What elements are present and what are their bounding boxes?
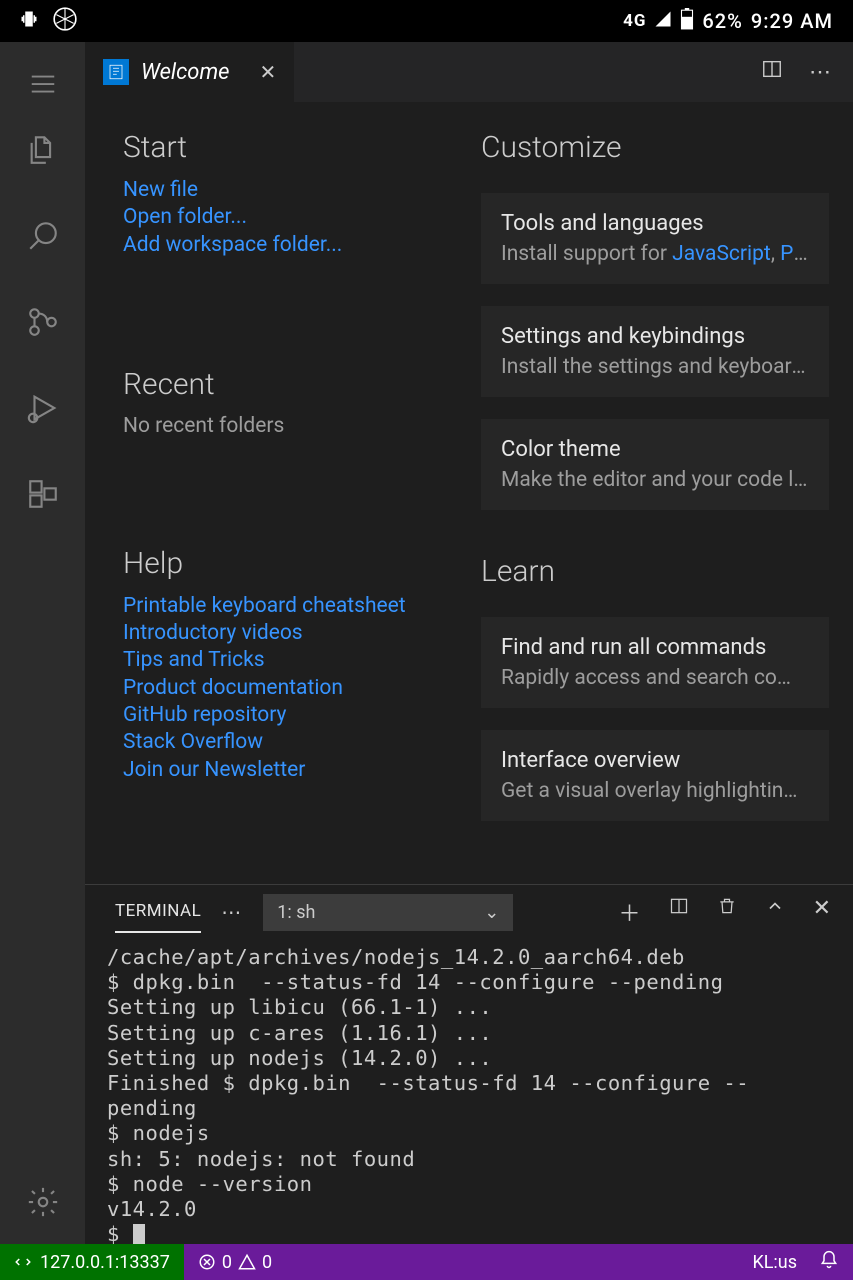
welcome-tab-icon xyxy=(103,59,129,85)
card-title: Tools and languages xyxy=(501,211,809,236)
search-icon[interactable] xyxy=(25,218,61,254)
tab-welcome[interactable]: Welcome ✕ xyxy=(85,42,294,102)
card-desc: Rapidly access and search comm… xyxy=(501,666,809,690)
close-panel-icon[interactable]: ✕ xyxy=(813,896,831,928)
card-desc: Install the settings and keyboard s… xyxy=(501,355,809,379)
tab-title: Welcome xyxy=(141,60,229,85)
customize-heading: Customize xyxy=(481,130,829,165)
chevron-down-icon: ⌄ xyxy=(484,902,499,923)
card-interface-overview[interactable]: Interface overview Get a visual overlay … xyxy=(481,730,829,821)
debug-icon[interactable] xyxy=(25,390,61,426)
android-status-bar: 4G 62% 9:29 AM xyxy=(0,0,853,42)
bell-icon[interactable] xyxy=(819,1250,839,1275)
explorer-icon[interactable] xyxy=(25,132,61,168)
signal-icon xyxy=(654,9,672,33)
network-label: 4G xyxy=(623,13,646,30)
start-heading: Start xyxy=(123,130,443,165)
extensions-icon[interactable] xyxy=(25,476,61,512)
vibrate-icon xyxy=(20,9,38,33)
split-editor-icon[interactable] xyxy=(761,58,783,86)
learn-heading: Learn xyxy=(481,554,829,589)
terminal-output[interactable]: /cache/apt/archives/nodejs_14.2.0_aarch6… xyxy=(85,939,853,1244)
app-icon xyxy=(52,6,78,37)
help-link-stackoverflow[interactable]: Stack Overflow xyxy=(123,729,443,756)
remote-host-button[interactable]: 127.0.0.1:13337 xyxy=(0,1244,184,1280)
javascript-link[interactable]: JavaScript xyxy=(672,242,771,266)
card-desc: Get a visual overlay highlighting th… xyxy=(501,779,809,803)
terminal-more-icon[interactable]: ⋯ xyxy=(221,900,243,924)
terminal-cursor xyxy=(133,1224,145,1244)
maximize-panel-icon[interactable] xyxy=(765,896,785,928)
help-heading: Help xyxy=(123,546,443,581)
terminal-panel: TERMINAL ⋯ 1: sh ⌄ ＋ xyxy=(85,884,853,1244)
more-actions-icon[interactable]: ⋯ xyxy=(809,60,831,85)
settings-gear-icon[interactable] xyxy=(25,1184,61,1220)
activity-bar xyxy=(0,42,85,1244)
card-title: Find and run all commands xyxy=(501,635,809,660)
help-link-tips[interactable]: Tips and Tricks xyxy=(123,647,443,674)
tab-bar: Welcome ✕ ⋯ xyxy=(85,42,853,102)
battery-percent: 62% xyxy=(702,9,742,33)
help-link-videos[interactable]: Introductory videos xyxy=(123,620,443,647)
new-terminal-icon[interactable]: ＋ xyxy=(619,896,641,928)
terminal-shell-select[interactable]: 1: sh ⌄ xyxy=(263,894,513,931)
card-title: Settings and keybindings xyxy=(501,324,809,349)
source-control-icon[interactable] xyxy=(25,304,61,340)
card-find-commands[interactable]: Find and run all commands Rapidly access… xyxy=(481,617,829,708)
start-section: Start New file Open folder... Add worksp… xyxy=(123,130,443,259)
status-bar-bottom: 127.0.0.1:13337 0 0 KL:us xyxy=(0,1244,853,1280)
help-link-docs[interactable]: Product documentation xyxy=(123,675,443,702)
recent-section: Recent No recent folders xyxy=(123,367,443,438)
python-link[interactable]: Pyt… xyxy=(780,242,809,266)
card-desc: Make the editor and your code loo… xyxy=(501,468,809,492)
keyboard-layout[interactable]: KL:us xyxy=(752,1252,797,1273)
close-icon[interactable]: ✕ xyxy=(259,60,276,84)
help-section: Help Printable keyboard cheatsheet Intro… xyxy=(123,546,443,784)
help-link-github[interactable]: GitHub repository xyxy=(123,702,443,729)
card-title: Color theme xyxy=(501,437,809,462)
add-workspace-link[interactable]: Add workspace folder... xyxy=(123,232,443,259)
clock: 9:29 AM xyxy=(751,9,833,33)
help-link-newsletter[interactable]: Join our Newsletter xyxy=(123,757,443,784)
trash-icon[interactable] xyxy=(717,896,737,928)
card-desc: Install support for JavaScript, Pyt… xyxy=(501,242,809,266)
card-settings-keybindings[interactable]: Settings and keybindings Install the set… xyxy=(481,306,829,397)
card-color-theme[interactable]: Color theme Make the editor and your cod… xyxy=(481,419,829,510)
open-folder-link[interactable]: Open folder... xyxy=(123,204,443,231)
card-tools-languages[interactable]: Tools and languages Install support for … xyxy=(481,193,829,284)
recent-empty: No recent folders xyxy=(123,414,443,438)
help-link-cheatsheet[interactable]: Printable keyboard cheatsheet xyxy=(123,593,443,620)
menu-icon[interactable] xyxy=(25,66,61,102)
card-title: Interface overview xyxy=(501,748,809,773)
new-file-link[interactable]: New file xyxy=(123,177,443,204)
battery-icon xyxy=(680,8,694,35)
recent-heading: Recent xyxy=(123,367,443,402)
split-terminal-icon[interactable] xyxy=(669,896,689,928)
terminal-tab[interactable]: TERMINAL xyxy=(115,891,201,933)
problems-button[interactable]: 0 0 xyxy=(198,1252,272,1273)
